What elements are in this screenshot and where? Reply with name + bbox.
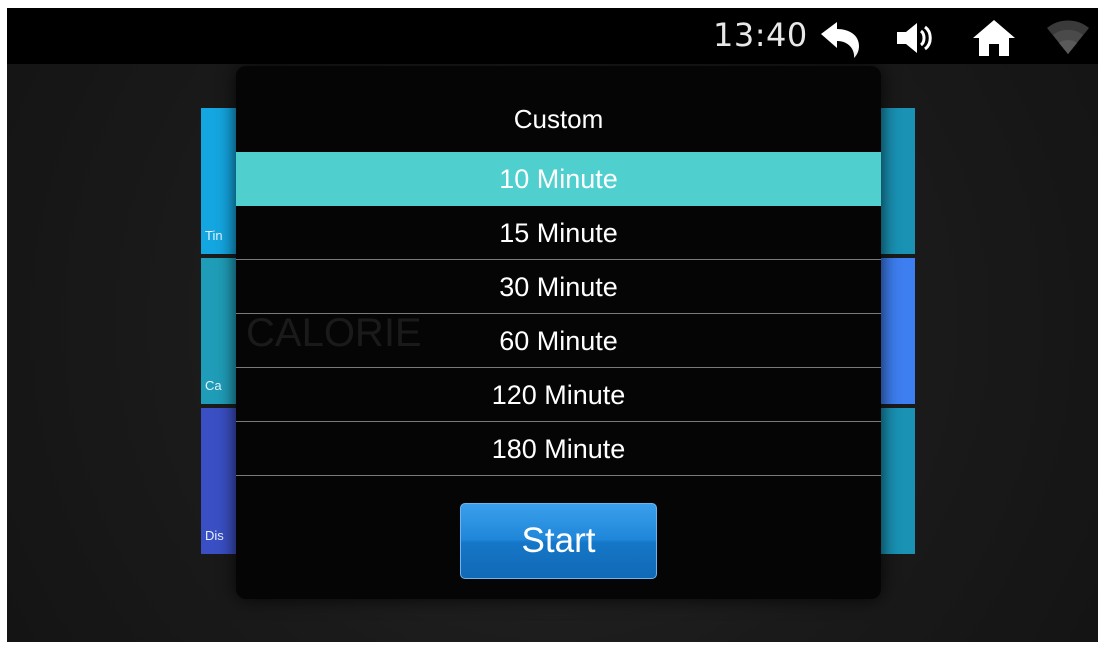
tile-timer[interactable]: Tin bbox=[201, 108, 237, 254]
option-60-minute[interactable]: 60 Minute bbox=[236, 314, 881, 368]
tile-right-bottom[interactable] bbox=[881, 408, 915, 554]
wifi-icon bbox=[1047, 16, 1089, 60]
option-30-minute[interactable]: 30 Minute bbox=[236, 260, 881, 314]
tile-timer-label: Tin bbox=[205, 228, 223, 243]
option-10-minute[interactable]: 10 Minute bbox=[236, 152, 881, 206]
tile-calorie-label: Ca bbox=[205, 378, 222, 393]
tile-distance-label: Dis bbox=[205, 528, 224, 543]
tile-right-middle[interactable] bbox=[881, 258, 915, 404]
option-180-minute[interactable]: 180 Minute bbox=[236, 422, 881, 476]
start-button[interactable]: Start bbox=[460, 503, 657, 579]
volume-icon[interactable] bbox=[895, 20, 939, 60]
tile-distance[interactable]: Dis bbox=[201, 408, 237, 554]
duration-options-list: 10 Minute 15 Minute 30 Minute 60 Minute … bbox=[236, 152, 881, 476]
tile-calorie[interactable]: Ca bbox=[201, 258, 237, 404]
status-bar: 13:40 bbox=[7, 8, 1098, 64]
option-120-minute[interactable]: 120 Minute bbox=[236, 368, 881, 422]
custom-time-dialog: CALORIE Custom 10 Minute 15 Minute 30 Mi… bbox=[236, 66, 881, 599]
option-15-minute[interactable]: 15 Minute bbox=[236, 206, 881, 260]
back-icon[interactable] bbox=[819, 20, 863, 62]
device-screen: 13:40 Tin Ca Dis CALORIE Custom 10 Minut… bbox=[7, 8, 1098, 642]
tile-right-top[interactable] bbox=[881, 108, 915, 254]
home-icon[interactable] bbox=[971, 18, 1017, 62]
dialog-title: Custom bbox=[513, 104, 604, 134]
status-clock: 13:40 bbox=[713, 16, 808, 54]
